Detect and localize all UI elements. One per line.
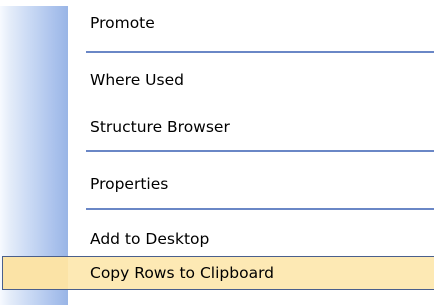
menu-item-label: Add to Desktop	[90, 230, 210, 248]
menu-item-label: Structure Browser	[90, 118, 230, 136]
menu-item-label: Where Used	[90, 71, 184, 89]
menu-item-properties[interactable]: Properties	[2, 167, 434, 201]
menu-item-label: Copy Rows to Clipboard	[90, 264, 275, 282]
context-menu: Promote Where Used Structure Browser Pro…	[0, 0, 434, 305]
menu-separator	[86, 150, 434, 152]
menu-separator	[86, 51, 434, 53]
menu-item-copy-rows-to-clipboard[interactable]: Copy Rows to Clipboard	[2, 256, 434, 290]
menu-item-where-used[interactable]: Where Used	[2, 63, 434, 97]
menu-separator	[86, 208, 434, 210]
menu-item-add-to-desktop[interactable]: Add to Desktop	[2, 222, 434, 256]
menu-item-structure-browser[interactable]: Structure Browser	[2, 110, 434, 144]
menu-item-highlight-gutter	[3, 257, 68, 289]
menu-item-label: Promote	[90, 14, 155, 32]
menu-item-label: Properties	[90, 175, 169, 193]
menu-item-promote[interactable]: Promote	[2, 6, 434, 40]
